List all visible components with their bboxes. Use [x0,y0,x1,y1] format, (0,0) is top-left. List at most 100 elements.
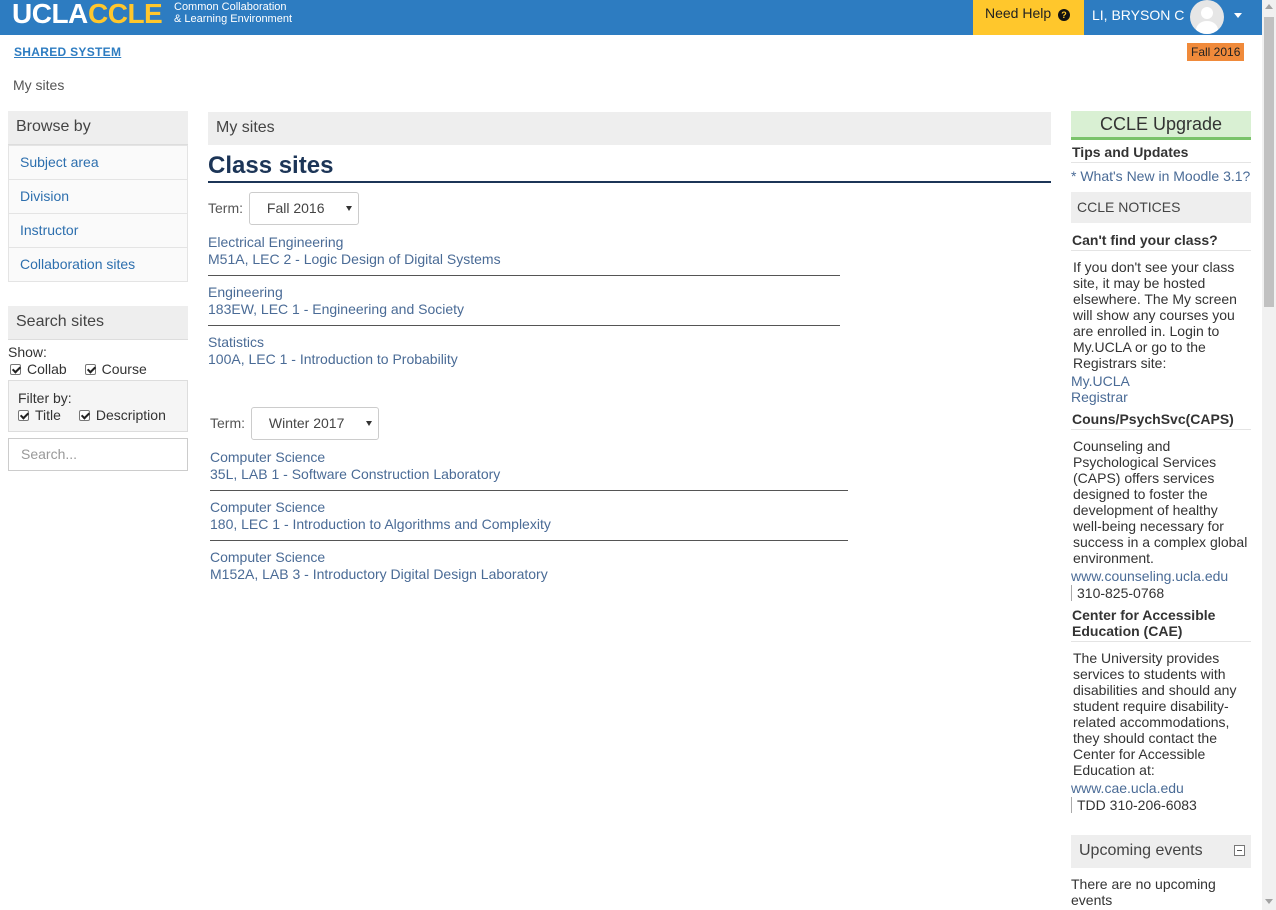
breadcrumb: My sites [13,77,65,93]
user-avatar[interactable] [1190,0,1224,34]
term-select[interactable]: Fall 2016 [248,192,360,225]
collab-label: Collab [27,361,67,377]
browse-item-division[interactable]: Division [9,179,187,213]
course-item: Engineering 183EW, LEC 1 - Engineering a… [208,284,840,326]
course-label: Course [101,361,147,377]
course-title-link[interactable]: 183EW, LEC 1 - Engineering and Society [208,301,840,318]
top-navbar: UCLA CCLE Common Collaboration & Learnin… [0,0,1262,35]
filter-by-box: Filter by: Title Description [8,380,188,432]
search-input[interactable]: Search... [8,438,188,471]
search-sites-heading: Search sites [8,306,188,340]
cant-find-text: If you don't see your class site, it may… [1073,259,1237,371]
chevron-down-icon[interactable] [1234,13,1242,18]
course-item: Computer Science 180, LEC 1 - Introducti… [210,499,848,541]
course-dept-link[interactable]: Computer Science [210,449,848,466]
browse-link[interactable]: Instructor [20,222,78,238]
caps-phone: 310-825-0768 [1071,585,1164,601]
current-term-badge: Fall 2016 [1187,43,1245,61]
search-sites-block: Search sites Show: Collab Course Filter … [8,306,188,471]
logo-subtitle-line-2: & Learning Environment [174,13,293,25]
ccle-upgrade-heading: CCLE Upgrade [1071,111,1251,140]
title-filter-checkbox[interactable] [18,410,29,421]
dropdown-caret-icon [346,206,353,211]
scrollbar-thumb[interactable] [1264,17,1274,307]
term-row: Term: Fall 2016 [208,192,840,225]
caps-heading: Couns/PsychSvc(CAPS) [1071,407,1251,430]
term-select[interactable]: Winter 2017 [250,407,380,440]
description-filter-label: Description [95,407,166,423]
cae-phone: TDD 310-206-6083 [1071,797,1197,813]
avatar-body-shape [1196,21,1218,34]
scroll-down-arrow-icon[interactable] [1265,899,1273,904]
show-options: Collab Course [10,360,188,378]
browse-item-collaboration-sites[interactable]: Collaboration sites [9,247,187,281]
description-filter-checkbox[interactable] [78,410,90,421]
browse-link[interactable]: Collaboration sites [20,256,135,272]
course-title-link[interactable]: 100A, LEC 1 - Introduction to Probabilit… [208,351,840,368]
term-label: Term: [208,200,243,216]
need-help-label: Need Help [985,5,1052,21]
term-select-value: Fall 2016 [266,200,325,216]
browse-item-subject-area[interactable]: Subject area [9,145,187,179]
course-item: Computer Science 35L, LAB 1 - Software C… [210,449,848,491]
course-title-link[interactable]: M51A, LEC 2 - Logic Design of Digital Sy… [208,251,840,268]
caps-link[interactable]: www.counseling.ucla.edu [1071,568,1251,584]
cant-find-heading: Can't find your class? [1071,228,1251,251]
myucla-link[interactable]: My.UCLA [1071,373,1251,389]
course-title-link[interactable]: 35L, LAB 1 - Software Construction Labor… [210,466,848,483]
browse-by-block: Browse by Subject area Division Instruct… [8,111,188,282]
registrar-link[interactable]: Registrar [1071,389,1251,405]
course-dept-link[interactable]: Electrical Engineering [208,234,840,251]
user-menu-name[interactable]: LI, BRYSON C [1092,0,1184,35]
right-sidebar: CCLE Upgrade Tips and Updates * What's N… [1071,111,1251,908]
term-label: Term: [210,415,245,431]
whats-new-link[interactable]: * What's New in Moodle 3.1? [1071,163,1251,184]
logo-subtitle-line-1: Common Collaboration [174,1,287,13]
browse-item-instructor[interactable]: Instructor [9,213,187,247]
course-dept-link[interactable]: Statistics [208,334,840,351]
browse-link[interactable]: Subject area [20,154,99,170]
course-title-link[interactable]: 180, LEC 1 - Introduction to Algorithms … [210,516,848,533]
upcoming-events-title: Upcoming events [1079,842,1203,859]
page-title: Class sites [208,152,1051,183]
show-label: Show: [8,344,47,360]
no-events-text: There are no upcoming events [1071,876,1216,908]
course-item: Statistics 100A, LEC 1 - Introduction to… [208,334,840,375]
filter-by-label: Filter by: [18,390,72,406]
course-dept-link[interactable]: Computer Science [210,549,848,566]
course-item: Computer Science M152A, LAB 3 - Introduc… [210,549,848,590]
title-filter-label: Title [35,407,61,423]
logo-subtitle: Common Collaboration & Learning Environm… [174,1,292,25]
ucla-logo[interactable]: UCLA [12,0,88,30]
course-checkbox[interactable] [84,364,96,375]
question-circle-icon: ? [1058,9,1071,21]
course-dept-link[interactable]: Computer Science [210,499,848,516]
scroll-up-arrow-icon[interactable] [1265,4,1273,9]
course-list: Electrical Engineering M51A, LEC 2 - Log… [208,234,840,375]
cae-link[interactable]: www.cae.ucla.edu [1071,780,1251,796]
avatar-head-shape [1201,7,1213,19]
term-row: Term: Winter 2017 [210,407,848,440]
collapse-block-icon[interactable] [1234,845,1245,856]
course-dept-link[interactable]: Engineering [208,284,840,301]
term-select-value: Winter 2017 [268,415,345,431]
shared-system-link[interactable]: SHARED SYSTEM [14,45,121,59]
upcoming-events-heading: Upcoming events [1071,835,1251,868]
ccle-notices-heading: CCLE NOTICES [1071,192,1251,223]
ccle-logo[interactable]: CCLE [88,0,163,28]
course-item: Electrical Engineering M51A, LEC 2 - Log… [208,234,840,276]
main-section-header: My sites [208,112,1051,145]
cae-heading: Center for Accessible Education (CAE) [1071,603,1251,642]
collab-checkbox[interactable] [10,364,21,375]
course-list: Computer Science 35L, LAB 1 - Software C… [210,449,848,590]
browse-by-heading: Browse by [8,111,188,145]
term-group-fall: Term: Fall 2016 Electrical Engineering M… [208,192,840,383]
page-scrollbar[interactable] [1262,0,1276,910]
need-help-button[interactable]: Need Help ? [973,0,1084,35]
course-title-link[interactable]: M152A, LAB 3 - Introductory Digital Desi… [210,566,848,583]
browse-by-list: Subject area Division Instructor Collabo… [8,145,188,282]
browse-link[interactable]: Division [20,188,69,204]
tips-updates-heading: Tips and Updates [1071,140,1251,163]
filter-options: Title Description [18,407,178,424]
term-group-winter: Term: Winter 2017 Computer Science 35L, … [210,407,848,598]
